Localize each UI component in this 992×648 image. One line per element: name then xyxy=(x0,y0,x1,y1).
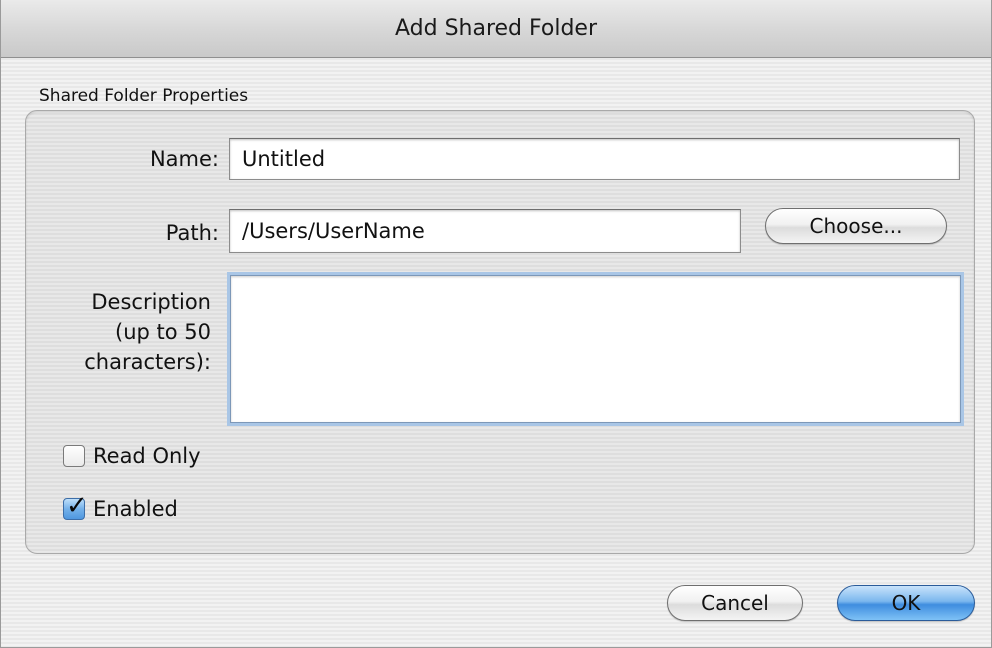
name-field-value: Untitled xyxy=(242,147,326,171)
enabled-label: Enabled xyxy=(93,497,178,521)
description-label-line-3: characters): xyxy=(84,350,211,374)
path-field[interactable]: /Users/UserName xyxy=(229,209,741,253)
description-label-line-1: Description xyxy=(91,290,211,314)
cancel-button[interactable]: Cancel xyxy=(667,585,803,621)
read-only-checkbox[interactable] xyxy=(63,445,85,467)
read-only-option[interactable]: Read Only xyxy=(63,444,201,468)
add-shared-folder-dialog: Add Shared Folder Shared Folder Properti… xyxy=(0,0,992,648)
dialog-title: Add Shared Folder xyxy=(394,16,598,41)
read-only-label: Read Only xyxy=(93,444,201,468)
enabled-checkbox[interactable]: ✓ xyxy=(63,493,88,520)
description-textarea[interactable] xyxy=(230,275,961,423)
ok-button-label: OK xyxy=(891,591,921,615)
group-title: Shared Folder Properties xyxy=(39,86,249,106)
description-label-line-2: (up to 50 xyxy=(115,320,211,344)
cancel-button-label: Cancel xyxy=(701,591,769,615)
checkmark-icon: ✓ xyxy=(66,491,88,521)
ok-button[interactable]: OK xyxy=(837,585,975,621)
path-label: Path: xyxy=(165,221,219,245)
choose-button-label: Choose... xyxy=(809,214,903,238)
description-label: Description (up to 50 characters): xyxy=(41,287,211,377)
name-field[interactable]: Untitled xyxy=(229,138,960,180)
dialog-titlebar: Add Shared Folder xyxy=(1,0,991,58)
choose-button[interactable]: Choose... xyxy=(765,208,947,244)
path-field-value: /Users/UserName xyxy=(242,219,425,243)
name-label: Name: xyxy=(149,147,219,171)
enabled-option[interactable]: ✓ Enabled xyxy=(63,493,178,521)
